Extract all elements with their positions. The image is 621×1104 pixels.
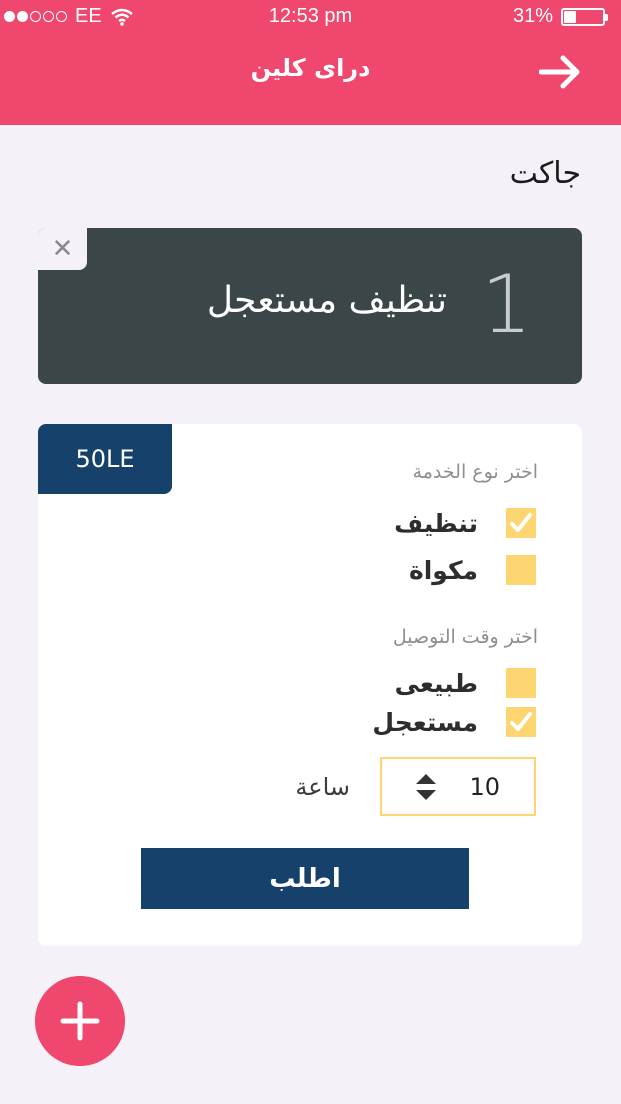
status-right: 31% [512, 5, 608, 28]
option-label: تنظيف [394, 508, 478, 538]
check-icon [510, 712, 532, 731]
plus-icon[interactable] [35, 976, 125, 1066]
battery-level [564, 10, 576, 23]
option-normal[interactable]: طبيعى [395, 668, 536, 698]
price-tag: 50LE [38, 424, 172, 494]
battery-icon [561, 7, 608, 26]
order-card: 50LE اختر نوع الخدمة تنظيف مكواة اختر وق… [38, 424, 582, 946]
item-count: 1 [481, 258, 532, 351]
hours-label: ساعة [295, 773, 350, 801]
check-icon [510, 513, 532, 532]
page-title: دراى كلين [250, 54, 371, 82]
selected-service: تنظيف مستعجل [206, 280, 447, 321]
option-label: مستعجل [372, 707, 478, 737]
app-header: دراى كلين [0, 34, 621, 125]
option-cleaning[interactable]: تنظيف [394, 508, 536, 538]
summary-card: ✕ 1 تنظيف مستعجل [38, 228, 582, 384]
item-title: جاكت [509, 156, 581, 191]
delivery-time-label: اختر وقت التوصيل [392, 626, 538, 648]
hours-stepper[interactable]: 10 [380, 757, 536, 816]
checkbox[interactable] [506, 668, 536, 698]
service-type-label: اختر نوع الخدمة [412, 461, 538, 483]
up-down-arrows-icon[interactable] [414, 772, 438, 802]
battery-percent: 31% [512, 5, 553, 27]
close-icon[interactable]: ✕ [38, 228, 87, 270]
option-ironing[interactable]: مكواة [409, 555, 536, 585]
checkbox[interactable] [506, 508, 536, 538]
hours-value[interactable]: 10 [469, 773, 500, 801]
option-urgent[interactable]: مستعجل [372, 707, 536, 737]
option-label: مكواة [408, 555, 478, 585]
status-bar: EE 12:53 pm 31% [0, 0, 621, 34]
arrow-right-icon[interactable] [539, 54, 583, 90]
checkbox[interactable] [506, 555, 536, 585]
checkbox[interactable] [506, 707, 536, 737]
order-button[interactable]: اطلب [141, 848, 469, 909]
option-label: طبيعى [394, 668, 478, 698]
